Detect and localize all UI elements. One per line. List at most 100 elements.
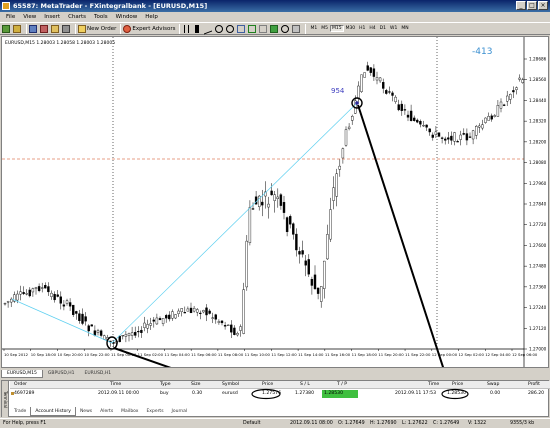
price-chart[interactable]: EURUSD,M15 1.28003 1.28058 1.28003 1.280… bbox=[1, 36, 549, 368]
maximize-button[interactable]: □ bbox=[527, 1, 537, 10]
timeframe-m1[interactable]: M1 bbox=[308, 25, 319, 32]
data-window-button[interactable] bbox=[40, 24, 49, 34]
candle-body bbox=[320, 286, 323, 302]
price-label: 1.28686 bbox=[529, 57, 547, 62]
indicators-button[interactable] bbox=[270, 24, 279, 34]
templates-button[interactable] bbox=[292, 24, 301, 34]
close-button[interactable]: × bbox=[538, 1, 548, 10]
chart-tab-eurusd-m15[interactable]: EURUSD,M15 bbox=[1, 370, 43, 378]
periods-button[interactable] bbox=[281, 24, 290, 34]
zoom-in-button[interactable] bbox=[215, 24, 224, 34]
time-label: 12 Sep 02:00 bbox=[459, 352, 485, 357]
timeframe-h4[interactable]: H4 bbox=[367, 25, 377, 32]
time-label: 10 Sep 22:00 bbox=[84, 352, 110, 357]
candle-body bbox=[174, 314, 177, 319]
candlestick-button[interactable] bbox=[193, 24, 202, 34]
timeframe-m5[interactable]: M5 bbox=[319, 25, 330, 32]
header-symbol[interactable]: Symbol bbox=[222, 381, 239, 389]
candle-body bbox=[440, 137, 444, 139]
minimize-button[interactable]: _ bbox=[516, 1, 526, 10]
header-tp[interactable]: T / P bbox=[337, 381, 347, 389]
status-profile[interactable]: Default bbox=[243, 420, 261, 428]
new-chart-button[interactable] bbox=[2, 24, 11, 34]
candle-body bbox=[217, 321, 221, 323]
header-close-price[interactable]: Price bbox=[452, 381, 463, 389]
price-label: 1.27960 bbox=[529, 181, 547, 186]
autoscroll-button[interactable] bbox=[248, 24, 257, 34]
time-label: 11 Sep 04:00 bbox=[164, 352, 190, 357]
candle-body bbox=[186, 308, 190, 312]
candle-body bbox=[127, 333, 131, 336]
candle-body bbox=[347, 126, 351, 129]
candle-body bbox=[164, 315, 168, 319]
menu-insert[interactable]: Insert bbox=[40, 14, 64, 20]
table-row[interactable]: 4697289 2012.09.11 00:00 buy 0.30 eurusd… bbox=[10, 390, 550, 398]
timeframe-m15[interactable]: M15 bbox=[329, 25, 344, 32]
candle-body bbox=[236, 333, 239, 336]
expert-advisors-label: Expert Advisors bbox=[132, 25, 176, 32]
timeframe-m30[interactable]: M30 bbox=[344, 25, 358, 32]
tile-windows-button[interactable] bbox=[237, 24, 246, 34]
candle-body bbox=[133, 332, 137, 336]
candle-body bbox=[261, 201, 264, 206]
menu-file[interactable]: File bbox=[2, 14, 19, 20]
tab-news[interactable]: News bbox=[76, 407, 96, 416]
tab-journal[interactable]: Journal bbox=[168, 407, 192, 416]
timeframe-h1[interactable]: H1 bbox=[357, 25, 367, 32]
annotation-right: -413 bbox=[472, 47, 492, 57]
market-watch-button[interactable] bbox=[29, 24, 38, 34]
line-chart-button[interactable] bbox=[204, 23, 213, 34]
header-close-time[interactable]: Time bbox=[428, 381, 439, 389]
candle-body bbox=[158, 318, 162, 321]
expert-advisors-button[interactable]: Expert Advisors bbox=[123, 24, 175, 34]
timeframe-mn[interactable]: MN bbox=[399, 25, 410, 32]
header-swap[interactable]: Swap bbox=[487, 381, 499, 389]
time-axis: 10 Sep 2012 10 Sep 18:00 10 Sep 20:00 10 Se… bbox=[3, 349, 538, 357]
menu-window[interactable]: Window bbox=[112, 14, 142, 20]
header-type[interactable]: Type bbox=[160, 381, 171, 389]
chart-canvas[interactable]: EURUSD,M15 1.28003 1.28058 1.28003 1.280… bbox=[2, 37, 548, 367]
tab-trade[interactable]: Trade bbox=[10, 407, 30, 416]
candle-body bbox=[9, 298, 13, 303]
chart-tab-eurusd-h1[interactable]: EURUSD,H1 bbox=[80, 370, 117, 378]
candle-body bbox=[512, 90, 515, 93]
candle-body bbox=[62, 304, 66, 307]
profiles-button[interactable] bbox=[13, 24, 22, 34]
tab-alerts[interactable]: Alerts bbox=[96, 407, 117, 416]
timeframe-d1[interactable]: D1 bbox=[378, 25, 388, 32]
timeframe-w1[interactable]: W1 bbox=[388, 25, 399, 32]
menu-view[interactable]: View bbox=[19, 14, 40, 20]
candle-body bbox=[22, 292, 25, 295]
candle-body bbox=[90, 324, 94, 327]
price-label: 1.27720 bbox=[529, 222, 547, 227]
navigator-button[interactable] bbox=[51, 24, 60, 34]
header-time[interactable]: Time bbox=[110, 381, 121, 389]
header-size[interactable]: Size bbox=[191, 381, 200, 389]
terminal-panel: Terminal Order Time Type Size Symbol Pri… bbox=[1, 380, 550, 417]
tab-experts[interactable]: Experts bbox=[142, 407, 167, 416]
candle-body bbox=[189, 307, 193, 314]
menu-bar: File View Insert Charts Tools Window Hel… bbox=[0, 12, 550, 22]
terminal-button[interactable] bbox=[62, 24, 71, 34]
menu-charts[interactable]: Charts bbox=[64, 14, 90, 20]
time-label: 10 Sep 2012 bbox=[4, 352, 29, 357]
chart-tab-gbpusd-h1[interactable]: GBPUSD,H1 bbox=[43, 370, 80, 378]
tab-account-history[interactable]: Account History bbox=[30, 407, 76, 416]
order-symbol: eurusd bbox=[222, 391, 238, 396]
header-price[interactable]: Price bbox=[262, 381, 273, 389]
terminal-side-label: Terminal bbox=[2, 381, 9, 417]
new-order-button[interactable]: New Order bbox=[78, 24, 116, 34]
chart-shift-button[interactable] bbox=[259, 24, 268, 34]
candle-body bbox=[183, 312, 187, 314]
header-order[interactable]: Order bbox=[14, 381, 27, 389]
header-sl[interactable]: S / L bbox=[300, 381, 310, 389]
menu-help[interactable]: Help bbox=[141, 14, 162, 20]
candle-body bbox=[487, 116, 490, 121]
candle-body bbox=[316, 287, 320, 294]
menu-tools[interactable]: Tools bbox=[90, 14, 112, 20]
header-profit[interactable]: Profit bbox=[528, 381, 540, 389]
bar-chart-button[interactable] bbox=[182, 24, 191, 34]
tab-mailbox[interactable]: Mailbox bbox=[117, 407, 142, 416]
time-label: 11 Sep 22:00 bbox=[405, 352, 431, 357]
zoom-out-button[interactable] bbox=[226, 24, 235, 34]
